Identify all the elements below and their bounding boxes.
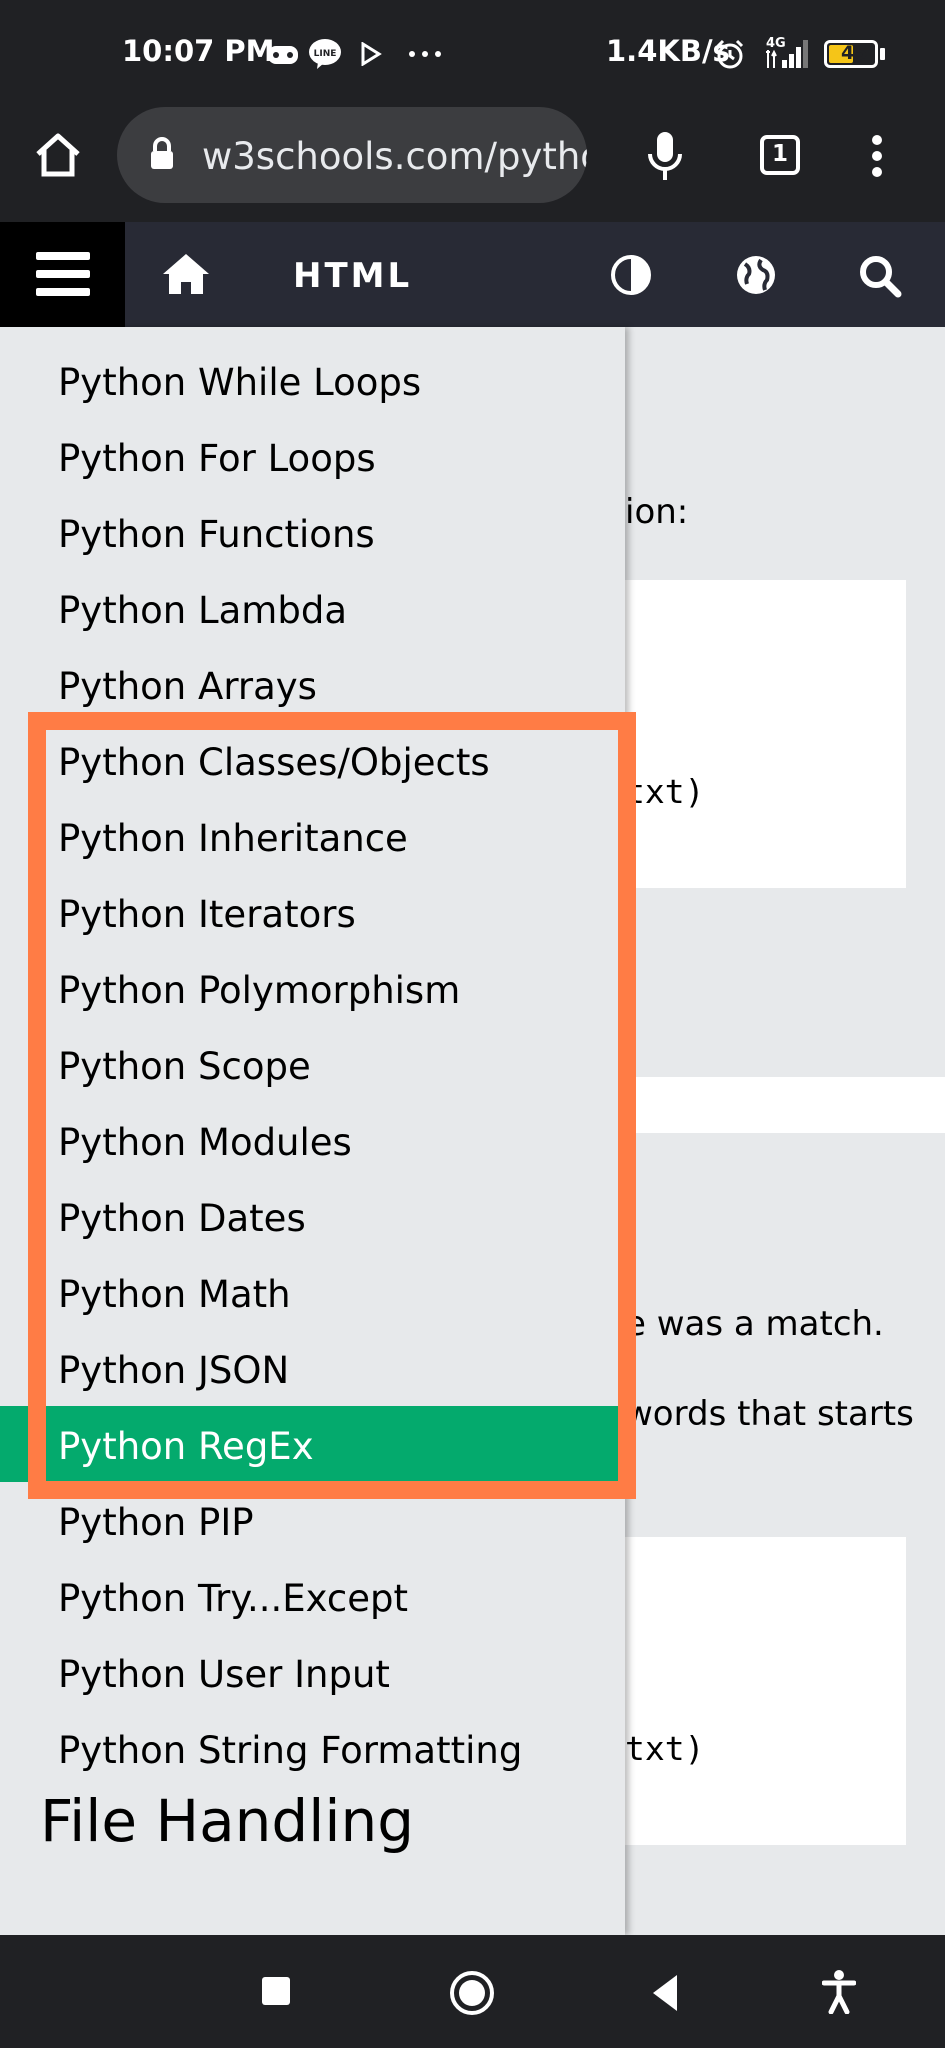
code-text-fragment: txt) xyxy=(625,772,705,811)
code-example-box: txt) xyxy=(625,580,906,888)
sidebar-item-string-formatting[interactable]: Python String Formatting xyxy=(58,1729,522,1772)
gamepad-icon xyxy=(268,46,298,64)
lock-icon[interactable] xyxy=(149,137,175,171)
status-time: 10:07 PM xyxy=(122,34,275,68)
content-text-fragment: ion: xyxy=(625,492,689,532)
home-icon[interactable] xyxy=(33,132,83,178)
address-bar[interactable]: w3schools.com/pytho xyxy=(117,107,587,203)
menu-button[interactable] xyxy=(0,222,125,327)
system-nav-bar xyxy=(0,1935,945,2048)
play-store-icon xyxy=(361,42,382,66)
sidebar-item-lambda[interactable]: Python Lambda xyxy=(58,589,347,632)
battery-level: 45 xyxy=(841,42,868,64)
microphone-icon[interactable] xyxy=(645,130,685,184)
main-content: ion: txt) e was a match. words that star… xyxy=(625,327,945,1935)
globe-icon[interactable] xyxy=(735,254,777,296)
contrast-toggle-icon[interactable] xyxy=(610,254,652,296)
code-text-fragment: txt) xyxy=(625,1729,705,1768)
code-example-box: txt) xyxy=(625,1537,906,1845)
recents-icon[interactable] xyxy=(262,1977,290,2005)
alarm-icon xyxy=(716,39,744,69)
site-home-icon[interactable] xyxy=(161,252,211,296)
hamburger-icon[interactable] xyxy=(36,252,90,296)
content-divider-band xyxy=(625,1077,945,1133)
sidebar-item-pip[interactable]: Python PIP xyxy=(58,1501,254,1544)
url-text[interactable]: w3schools.com/pytho xyxy=(202,135,587,178)
sidebar-item-for-loops[interactable]: Python For Loops xyxy=(58,437,376,480)
sidebar-section-heading: File Handling xyxy=(40,1787,415,1855)
more-notifications-icon xyxy=(409,51,441,57)
battery-tip xyxy=(880,48,885,60)
line-app-icon: LINE xyxy=(309,39,341,69)
search-icon[interactable] xyxy=(858,254,902,298)
battery-icon: 45 xyxy=(824,40,878,68)
sidebar-item-functions[interactable]: Python Functions xyxy=(58,513,375,556)
back-icon[interactable] xyxy=(649,1973,681,2013)
sidebar-item-try-except[interactable]: Python Try...Except xyxy=(58,1577,408,1620)
signal-icon xyxy=(766,40,808,68)
svg-text:LINE: LINE xyxy=(314,49,337,59)
overflow-menu-icon[interactable] xyxy=(870,134,884,178)
nav-html-link[interactable]: HTML xyxy=(293,256,412,296)
sidebar-item-while-loops[interactable]: Python While Loops xyxy=(58,361,421,404)
tab-count: 1 xyxy=(771,141,788,167)
home-circle-icon[interactable] xyxy=(449,1970,495,2016)
tab-switcher-button[interactable]: 1 xyxy=(760,135,800,175)
content-text-fragment: e was a match. xyxy=(625,1304,884,1344)
highlight-box xyxy=(28,712,636,1499)
site-nav-bar: HTML xyxy=(0,222,945,327)
sidebar-item-arrays[interactable]: Python Arrays xyxy=(58,665,317,708)
content-text-fragment: words that starts xyxy=(625,1394,914,1434)
network-speed: 1.4KB/s xyxy=(606,34,730,68)
status-bar: 10:07 PM LINE 1.4KB/s 4G 45 xyxy=(0,0,945,110)
accessibility-icon[interactable] xyxy=(822,1970,856,2014)
sidebar-item-user-input[interactable]: Python User Input xyxy=(58,1653,390,1696)
